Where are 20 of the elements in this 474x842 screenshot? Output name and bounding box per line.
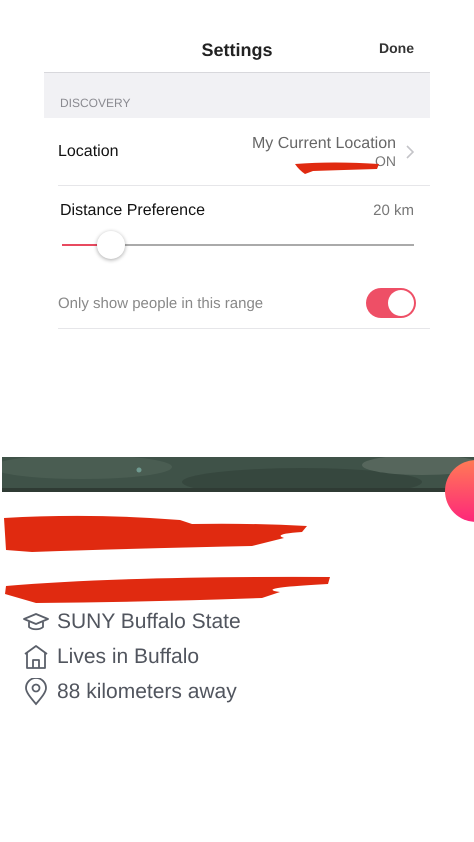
location-status: ON <box>375 152 396 168</box>
graduation-cap-icon <box>23 612 49 632</box>
location-row[interactable]: Location My Current Location ON <box>58 118 430 186</box>
distance-label: Distance Preference <box>60 202 206 220</box>
location-pin-icon <box>23 678 49 706</box>
location-value: My Current Location <box>252 134 396 152</box>
house-icon <box>23 644 49 670</box>
done-button[interactable]: Done <box>379 40 414 56</box>
screen-title: Settings <box>201 40 272 60</box>
range-toggle[interactable] <box>366 288 416 318</box>
profile-detail: Lives in Buffalo <box>57 644 200 668</box>
distance-slider[interactable] <box>62 230 414 260</box>
section-title: DISCOVERY <box>60 96 130 110</box>
chevron-icon <box>406 144 414 158</box>
range-toggle-label: Only show people in this range <box>58 294 264 312</box>
profile-detail: SUNY Buffalo State <box>57 610 241 634</box>
profile-detail: 88 kilometers away <box>57 680 237 704</box>
slider-thumb[interactable] <box>97 231 126 259</box>
location-label: Location <box>58 142 120 160</box>
distance-reading: 20 km <box>373 202 414 220</box>
